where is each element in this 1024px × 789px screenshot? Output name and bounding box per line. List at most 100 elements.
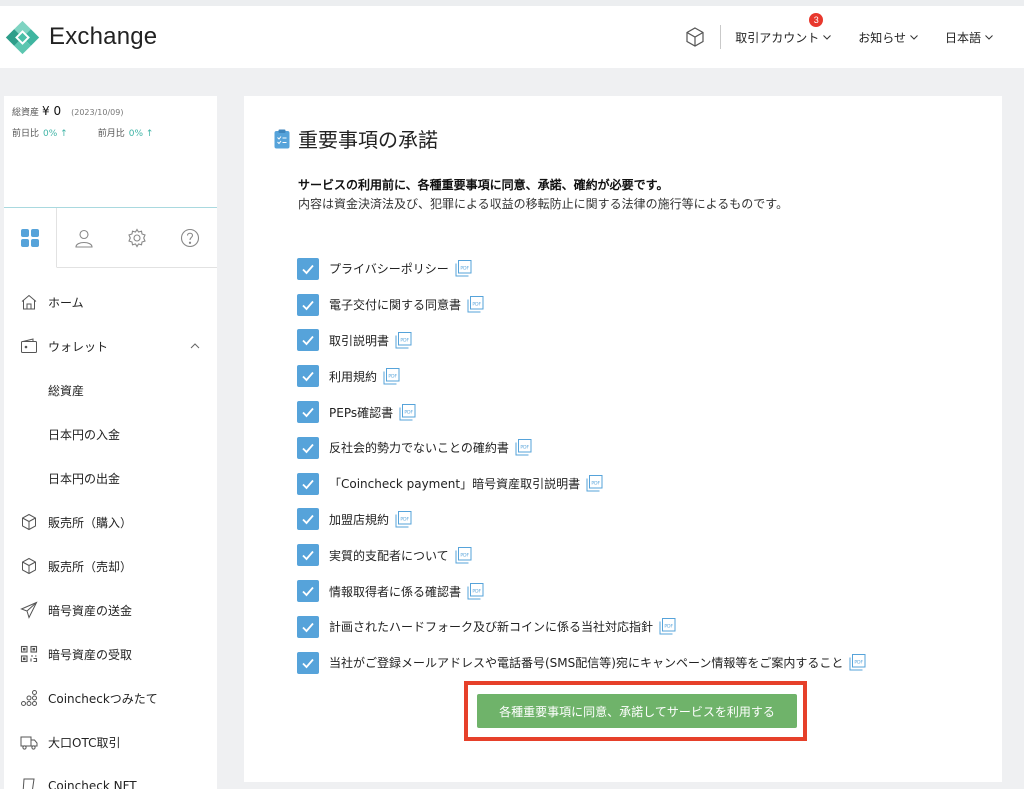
svg-text:PDF: PDF xyxy=(591,481,600,487)
agreement-checkbox[interactable] xyxy=(297,508,319,531)
grid-icon xyxy=(21,228,39,247)
sidebar-item-label: 日本円の出金 xyxy=(48,471,121,486)
pdf-icon[interactable]: PDF xyxy=(586,475,603,492)
month-change-value: 0% ↑ xyxy=(128,129,154,139)
sidebar-item-wallet[interactable]: ウォレット xyxy=(4,324,217,368)
pdf-icon[interactable]: PDF xyxy=(467,296,484,313)
sidebar-item-tsumitate[interactable]: Coincheckつみたて xyxy=(4,676,217,720)
agreement-checkbox[interactable] xyxy=(297,401,319,424)
sidebar-item-label: Coincheck NFT xyxy=(48,779,137,789)
pdf-icon[interactable]: PDF xyxy=(659,618,676,635)
pdf-icon[interactable]: PDF xyxy=(849,654,866,671)
sidebar-item-total-assets[interactable]: 総資産 xyxy=(4,368,217,412)
tab-help[interactable] xyxy=(163,208,216,268)
agreement-checkbox[interactable] xyxy=(297,329,319,352)
agreement-checkbox[interactable] xyxy=(297,651,319,674)
agreement-label: 電子交付に関する同意書 xyxy=(329,298,462,313)
svg-text:PDF: PDF xyxy=(388,373,397,379)
help-icon xyxy=(180,228,199,248)
sidebar-item-buy[interactable]: 販売所（購入） xyxy=(4,500,217,544)
sidebar-item-send[interactable]: 暗号資産の送金 xyxy=(4,588,217,632)
checkmark-icon xyxy=(302,372,314,382)
pdf-icon[interactable]: PDF xyxy=(395,331,412,349)
menu-language[interactable]: 日本語 xyxy=(945,29,994,46)
user-icon xyxy=(74,229,93,248)
home-icon xyxy=(21,294,37,310)
cube-icon xyxy=(22,513,36,531)
agree-and-continue-button[interactable]: 各種重要事項に同意、承諾してサービスを利用する xyxy=(477,694,797,728)
menu-trade-account[interactable]: 取引アカウント 3 xyxy=(735,12,832,46)
intro-text: 内容は資金決済法及び、犯罪による収益の移転防止に関する法律の施行等によるものです… xyxy=(298,197,789,211)
sidebar-item-label: 総資産 xyxy=(48,383,85,398)
agreement-item: 情報取得者に係る確認書 PDF xyxy=(297,573,866,609)
agreement-checklist: プライバシーポリシー PDF 電子交付に関する同意書 PDF 取引説明書 PDF… xyxy=(297,251,866,681)
chevron-down-icon xyxy=(823,35,832,40)
agreement-item: 「Coincheck payment」暗号資産取引説明書 PDF xyxy=(297,466,866,502)
agreement-checkbox[interactable] xyxy=(297,580,319,603)
checkmark-icon xyxy=(302,479,314,489)
chevron-down-icon xyxy=(910,35,918,40)
agreement-checkbox[interactable] xyxy=(297,365,319,388)
svg-text:PDF: PDF xyxy=(400,337,409,343)
checkmark-icon xyxy=(302,336,314,346)
agreement-item: プライバシーポリシー PDF xyxy=(297,251,866,287)
agreement-label: 計画されたハードフォーク及び新コインに係る当社対応指針 xyxy=(329,620,654,635)
agreement-item: 利用規約 PDF xyxy=(297,358,866,394)
agreement-label: 取引説明書 xyxy=(329,333,390,348)
sidebar-item-jpy-withdraw[interactable]: 日本円の出金 xyxy=(4,456,217,500)
agreement-item: 反社会的勢力でないことの確約書 PDF xyxy=(297,430,866,466)
logo-icon xyxy=(5,20,40,54)
agreement-checkbox[interactable] xyxy=(297,257,319,280)
agreement-item: 実質的支配者について PDF xyxy=(297,537,866,573)
day-change-label: 前日比 xyxy=(12,129,40,139)
truck-icon xyxy=(20,736,38,750)
sidebar-item-jpy-deposit[interactable]: 日本円の入金 xyxy=(4,412,217,456)
sidebar-item-label: ウォレット xyxy=(48,339,109,354)
sidebar-item-sell[interactable]: 販売所（売却） xyxy=(4,544,217,588)
pdf-icon[interactable]: PDF xyxy=(383,367,400,385)
chevron-up-icon[interactable] xyxy=(189,340,201,352)
cube-icon[interactable] xyxy=(684,26,706,48)
logo[interactable]: Exchange xyxy=(4,6,157,68)
checkmark-icon xyxy=(302,551,314,561)
tab-account[interactable] xyxy=(57,208,110,268)
total-assets-value: ¥ 0 xyxy=(42,104,62,118)
agreement-item: 計画されたハードフォーク及び新コインに係る当社対応指針 PDF xyxy=(297,609,866,645)
sidebar-item-home[interactable]: ホーム xyxy=(4,280,217,324)
pdf-icon[interactable]: PDF xyxy=(467,582,484,600)
agreement-label: 加盟店規約 xyxy=(329,512,390,527)
menu-language-label: 日本語 xyxy=(944,30,981,45)
agreement-label: 実質的支配者について xyxy=(329,548,449,563)
tab-dashboard[interactable] xyxy=(4,208,57,268)
send-icon xyxy=(20,601,38,619)
sidebar: 総資産 ¥ 0 (2023/10/09) 前日比 0% ↑ 前月比 0% ↑ ホーム xyxy=(4,96,217,789)
agreement-checkbox[interactable] xyxy=(297,544,319,567)
nft-icon xyxy=(22,778,35,789)
tab-settings[interactable] xyxy=(110,208,163,268)
sidebar-item-receive[interactable]: 暗号資産の受取 xyxy=(4,632,217,676)
agreement-checkbox[interactable] xyxy=(297,472,319,495)
sidebar-item-label: 暗号資産の送金 xyxy=(48,603,133,618)
intro-bold: サービスの利用前に、各種重要事項に同意、承諾、確約が必要です。 xyxy=(298,178,669,192)
agreement-checkbox[interactable] xyxy=(297,436,319,459)
agreement-label: プライバシーポリシー xyxy=(329,262,449,277)
sidebar-nav: ホーム ウォレット 総資産 日本円の入金 日本円の出金 販売所（購入） 販売所（… xyxy=(4,268,217,789)
agreement-checkbox[interactable] xyxy=(297,615,319,638)
sidebar-item-otc[interactable]: 大口OTC取引 xyxy=(4,720,217,764)
menu-news[interactable]: お知らせ xyxy=(858,29,919,46)
pdf-icon[interactable]: PDF xyxy=(455,260,472,277)
pdf-icon[interactable]: PDF xyxy=(395,510,412,528)
agreement-item: 加盟店規約 PDF xyxy=(297,502,866,538)
pdf-icon[interactable]: PDF xyxy=(399,403,416,421)
chevron-down-icon xyxy=(985,35,993,40)
agreement-item: 電子交付に関する同意書 PDF xyxy=(297,287,866,323)
pdf-icon[interactable]: PDF xyxy=(515,439,532,456)
svg-text:PDF: PDF xyxy=(460,266,469,272)
sidebar-item-label: Coincheckつみたて xyxy=(48,691,158,706)
checkmark-icon xyxy=(302,264,314,275)
month-change-label: 前月比 xyxy=(97,129,125,139)
svg-text:PDF: PDF xyxy=(472,588,481,594)
agreement-checkbox[interactable] xyxy=(297,293,319,316)
pdf-icon[interactable]: PDF xyxy=(455,546,472,564)
sidebar-item-nft[interactable]: Coincheck NFT xyxy=(4,764,217,789)
